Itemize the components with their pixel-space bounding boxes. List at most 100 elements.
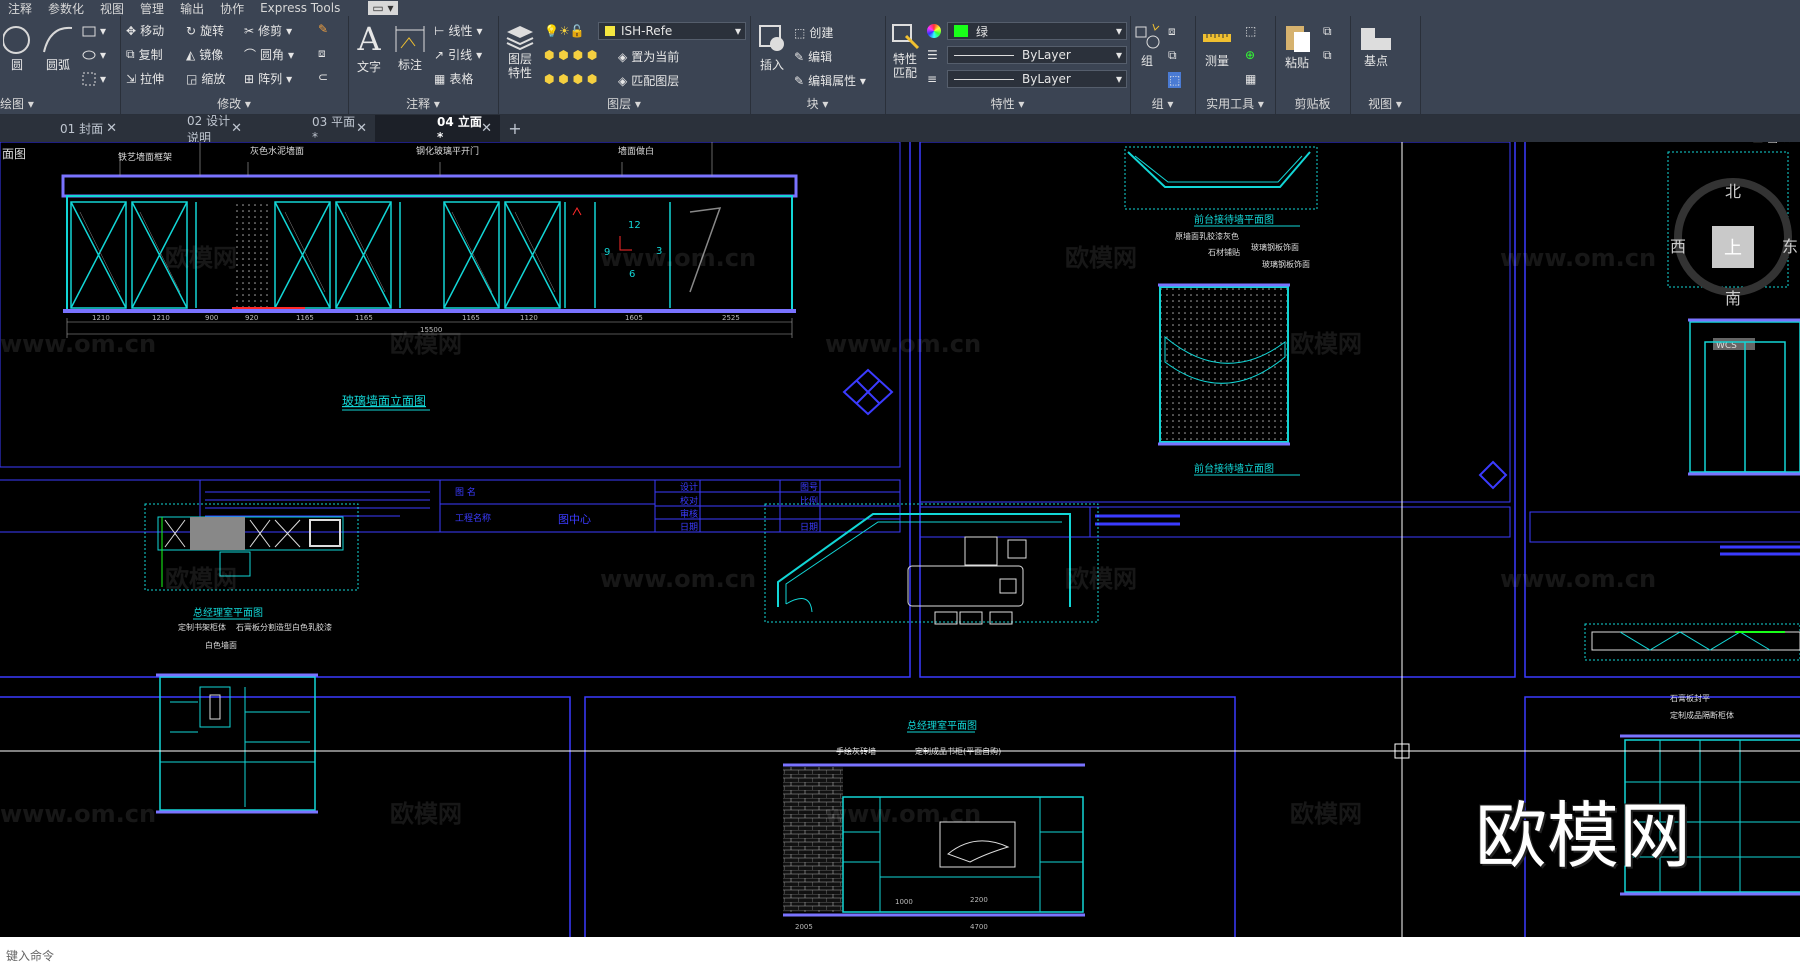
- title-block-label: 图中心: [558, 513, 591, 526]
- lineweight-dropdown[interactable]: ByLayer ▾: [947, 70, 1127, 88]
- ungroup-tool[interactable]: ⧈: [1168, 24, 1176, 39]
- tab-elevation[interactable]: 04 立面* ✕: [375, 115, 500, 144]
- close-icon[interactable]: ✕: [356, 121, 367, 136]
- drawing-title: 前台接待墙平面图: [1194, 213, 1274, 226]
- note-label: 石膏板分割造型白色乳胶漆: [236, 622, 332, 632]
- group-button[interactable]: 组: [1132, 22, 1162, 69]
- menu-item-collaborate[interactable]: 协作: [212, 0, 252, 17]
- ribbon-group-title[interactable]: 修改 ▾: [120, 95, 348, 112]
- svg-text:920: 920: [245, 314, 258, 322]
- close-icon[interactable]: ✕: [481, 121, 492, 136]
- color-wheel-tool[interactable]: [927, 24, 941, 38]
- rotate-button[interactable]: ↻ 旋转: [186, 22, 224, 39]
- tab-plan[interactable]: 03 平面* ✕: [250, 115, 375, 144]
- rectangle-tool[interactable]: ▾: [82, 24, 106, 38]
- paste-button[interactable]: 粘贴: [1279, 22, 1315, 71]
- calculator-tool[interactable]: ▦: [1245, 72, 1256, 86]
- copy-button[interactable]: ⧉ 复制: [126, 46, 163, 63]
- ribbon-group-title[interactable]: 绘图 ▾: [0, 95, 120, 112]
- circle-button[interactable]: 圆: [2, 22, 32, 73]
- layer-state-icons[interactable]: 💡☀🔓: [544, 24, 585, 38]
- compass-south: 南: [1725, 289, 1741, 308]
- menu-item-output[interactable]: 输出: [172, 0, 212, 17]
- create-block-button[interactable]: ⬚ 创建: [794, 24, 833, 41]
- ribbon-group-title[interactable]: 注释 ▾: [348, 95, 498, 112]
- edit-block-button[interactable]: ✎ 编辑: [794, 48, 832, 65]
- menu-item-manage[interactable]: 管理: [132, 0, 172, 17]
- ribbon-group-title[interactable]: 视图 ▾: [1350, 95, 1420, 112]
- ribbon-group-title[interactable]: 块 ▾: [750, 95, 885, 112]
- linetype-dropdown[interactable]: ByLayer ▾: [947, 46, 1127, 64]
- ribbon-group-title[interactable]: 特性 ▾: [885, 95, 1130, 112]
- tab-cover[interactable]: 01 封面 ✕: [0, 115, 125, 142]
- tab-design-notes[interactable]: 02 设计说明 ✕: [125, 114, 250, 145]
- menu-item-parametric[interactable]: 参数化: [40, 0, 92, 17]
- stretch-button[interactable]: ⇲ 拉伸: [126, 70, 164, 87]
- svg-text:www.om.cn: www.om.cn: [1500, 565, 1656, 593]
- menu-item-express-tools[interactable]: Express Tools: [252, 1, 348, 15]
- ribbon-group-draw: 圆 圆弧 ▾ ▾ ▾ 绘图 ▾: [0, 16, 121, 114]
- fillet-button[interactable]: ⌒ 圆角 ▾: [244, 46, 294, 63]
- insert-button[interactable]: 插入: [754, 22, 790, 73]
- viewport-controls[interactable]: ▭ ☐ ✕: [1752, 142, 1792, 146]
- hatch-tool[interactable]: ▾: [82, 48, 106, 62]
- scale-button[interactable]: ◲ 缩放: [186, 70, 225, 87]
- move-button[interactable]: ✥ 移动: [126, 22, 164, 39]
- menu-item-annotate[interactable]: 注释: [0, 0, 40, 17]
- title-block-label: 工程名称: [455, 512, 491, 524]
- layer-dropdown[interactable]: ISH-Refe ▾: [598, 22, 746, 40]
- match-properties-button[interactable]: 特性 匹配: [887, 22, 923, 80]
- arc-button[interactable]: 圆弧: [38, 22, 78, 73]
- close-icon[interactable]: ✕: [106, 121, 117, 136]
- move-icon: ✥: [126, 23, 137, 38]
- grid-mark: 12: [628, 220, 641, 231]
- ribbon-group-groups: 组 ⧈ ⧉ ⬚ 组 ▾: [1130, 16, 1196, 114]
- color-dropdown[interactable]: 绿 ▾: [947, 22, 1127, 40]
- group-select-tool[interactable]: ⬚: [1168, 72, 1182, 88]
- new-tab-button[interactable]: +: [500, 115, 530, 142]
- base-point-button[interactable]: 基点: [1358, 24, 1394, 69]
- menu-item-panel-toggle[interactable]: ▭ ▾: [368, 1, 398, 15]
- edit-attributes-button[interactable]: ✎ 编辑属性 ▾: [794, 72, 866, 89]
- drawing-canvas[interactable]: 12 9 3 6 铁艺墙面框架 灰色水泥墙面 钢化玻璃平开门 墙面做白 面图 1…: [0, 142, 1800, 937]
- erase-tool[interactable]: ✎: [318, 22, 328, 36]
- close-icon[interactable]: ✕: [231, 121, 242, 136]
- hatch-icon: [82, 72, 96, 86]
- leader-button[interactable]: ↗ 引线 ▾: [434, 46, 482, 63]
- dimension-value: 2005: [795, 923, 813, 931]
- ribbon-group-title[interactable]: 组 ▾: [1130, 95, 1195, 112]
- match-layer-button[interactable]: ◈ 匹配图层: [618, 72, 679, 89]
- svg-text:1165: 1165: [462, 314, 480, 322]
- cut-tool[interactable]: ⧉: [1323, 24, 1332, 39]
- text-button[interactable]: A 文字: [354, 20, 384, 75]
- join-tool[interactable]: ⊂: [318, 70, 328, 84]
- quick-select-tool[interactable]: ⬚: [1245, 24, 1256, 38]
- id-point-tool[interactable]: ⊕: [1245, 48, 1255, 62]
- set-current-button[interactable]: ◈ 置为当前: [618, 48, 679, 65]
- trim-button[interactable]: ✂ 修剪 ▾: [244, 22, 292, 39]
- table-button[interactable]: ▦ 表格: [434, 70, 473, 87]
- explode-tool[interactable]: ⧈: [318, 46, 326, 61]
- layer-tools-row2[interactable]: ⬢ ⬢ ⬢ ⬢: [544, 48, 597, 62]
- command-line[interactable]: 键入命令: [0, 937, 1800, 972]
- dimension-button[interactable]: 标注: [392, 22, 428, 73]
- fillet-icon: ⌒: [244, 48, 257, 62]
- copy-clip-tool[interactable]: ⧉: [1323, 48, 1332, 63]
- layer-properties-button[interactable]: 图层 特性: [502, 22, 538, 80]
- cut-icon: ⧉: [1323, 24, 1332, 38]
- ribbon-group-title[interactable]: 图层 ▾: [498, 95, 750, 112]
- ribbon-group-title[interactable]: 实用工具 ▾: [1195, 95, 1275, 112]
- text-icon: A: [357, 20, 381, 58]
- layer-tools-row3[interactable]: ⬢ ⬢ ⬢ ⬢: [544, 72, 597, 86]
- linear-dim-button[interactable]: ⊢ 线性 ▾: [434, 22, 483, 39]
- title-block-label: 审核: [680, 508, 698, 520]
- array-button[interactable]: ⊞ 阵列 ▾: [244, 70, 292, 87]
- menu-item-view[interactable]: 视图: [92, 0, 132, 17]
- measure-button[interactable]: 测量: [1199, 24, 1235, 69]
- group-edit-tool[interactable]: ⧉: [1168, 48, 1177, 63]
- set-current-icon: ◈: [618, 49, 628, 64]
- ribbon-group-title[interactable]: 剪贴板: [1275, 95, 1350, 112]
- mirror-button[interactable]: ◭ 镜像: [186, 46, 223, 63]
- region-tool[interactable]: ▾: [82, 72, 106, 86]
- svg-text:www.om.cn: www.om.cn: [1500, 244, 1656, 272]
